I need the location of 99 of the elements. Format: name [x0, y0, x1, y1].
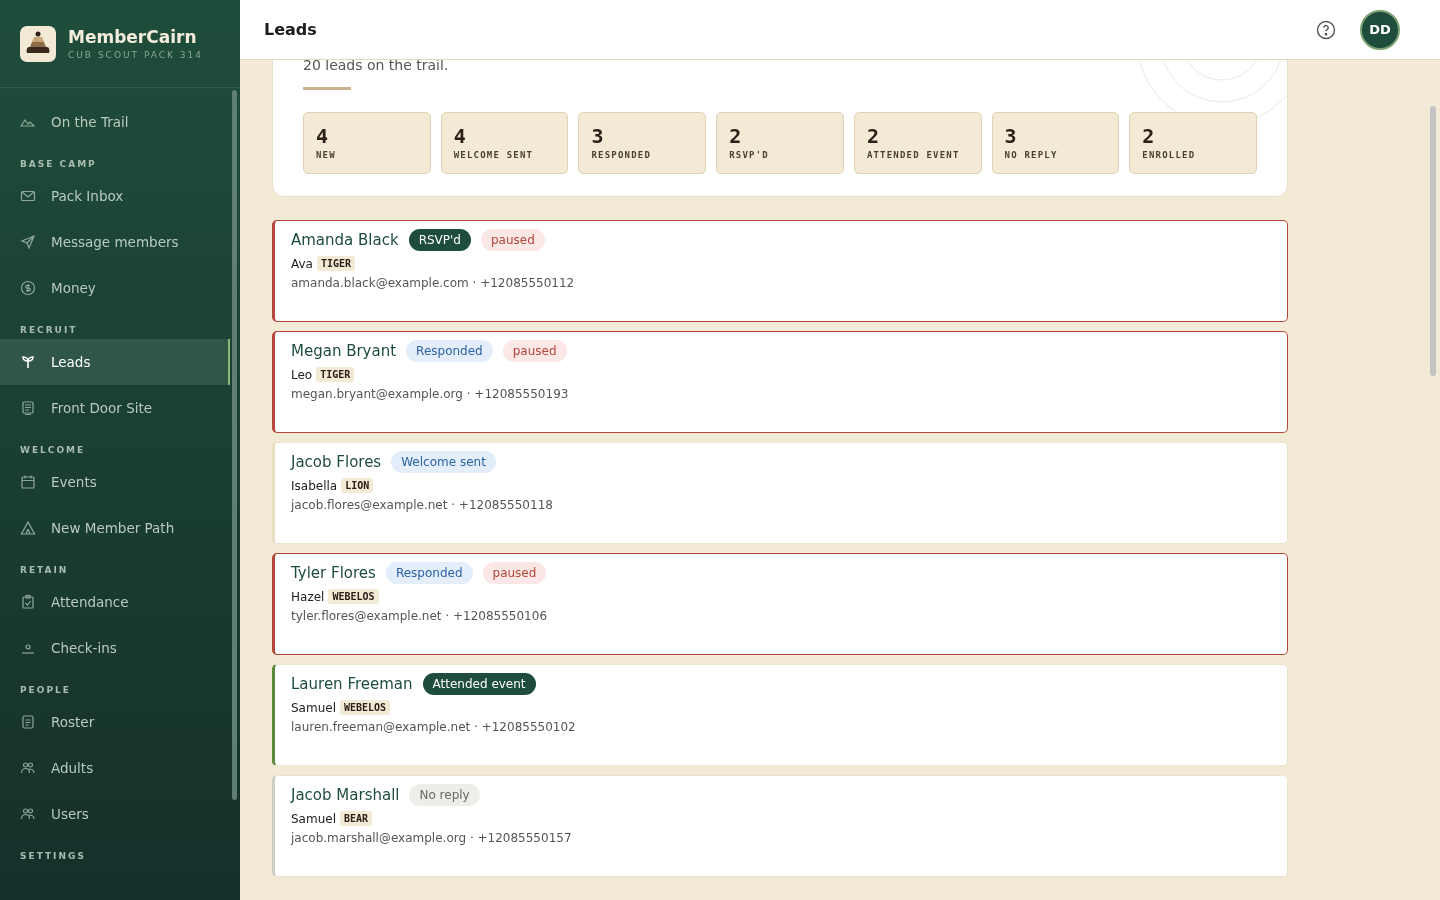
- stat-tile[interactable]: 3 RESPONDED: [578, 112, 707, 174]
- stat-tile[interactable]: 2 ATTENDED EVENT: [853, 112, 982, 174]
- lead-name: Jacob Marshall: [291, 786, 400, 804]
- nav-item[interactable]: Leads: [0, 339, 230, 385]
- sprout-icon: [20, 354, 36, 370]
- nav-item[interactable]: Message members: [0, 219, 228, 265]
- child-name: Isabella: [291, 478, 338, 493]
- nav-item[interactable]: On the Trail: [0, 99, 228, 145]
- app-name: MemberCairn: [68, 27, 198, 47]
- stat-count: 2: [1142, 126, 1156, 146]
- scrollbar[interactable]: [232, 90, 237, 800]
- stat-label: NEW: [316, 150, 337, 160]
- page-title: Leads: [264, 20, 317, 39]
- page-icon: [20, 400, 36, 416]
- lead-card[interactable]: Megan Bryant Responded paused Leo TIGER megan.bryant@example.org · +12085550193: [272, 331, 1288, 433]
- stage-badge: Attended event: [422, 673, 536, 695]
- child-name: Hazel: [291, 589, 325, 604]
- stat-tile[interactable]: 4 NEW: [303, 112, 431, 174]
- rank-tag: WEBELOS: [328, 589, 379, 604]
- rank-tag: WEBELOS: [340, 700, 391, 715]
- contact-info: tyler.flores@example.net · +12085550106: [291, 609, 548, 623]
- stage-badge: No reply: [409, 784, 480, 806]
- pack-name: CUB SCOUT PACK 314: [68, 50, 203, 60]
- nav-item[interactable]: Roster: [0, 699, 228, 745]
- paused-badge: paused: [502, 340, 567, 362]
- section-heading: PEOPLE: [19, 684, 72, 697]
- contact-info: jacob.flores@example.net · +12085550118: [291, 498, 554, 512]
- nav-item[interactable]: New Member Path: [0, 505, 228, 551]
- stat-count: 2: [866, 126, 880, 146]
- nav-item[interactable]: Users: [0, 791, 228, 837]
- section-heading: RETAIN: [19, 564, 70, 577]
- stat-count: 4: [316, 126, 330, 146]
- paused-badge: paused: [482, 562, 547, 584]
- section-heading: RECRUIT: [19, 324, 79, 337]
- section-heading: BASE CAMP: [19, 158, 98, 171]
- lead-card[interactable]: Tyler Flores Responded paused Hazel WEBELOS tyler.flores@example.net · +12085550106: [272, 553, 1288, 655]
- mail-icon: [20, 188, 36, 204]
- nav-item[interactable]: Check-ins: [0, 625, 228, 671]
- nav-item[interactable]: Money: [0, 265, 228, 311]
- stat-tile[interactable]: 2 ENROLLED: [1129, 112, 1258, 174]
- lead-name: Amanda Black: [291, 231, 399, 249]
- stat-tile[interactable]: 4 WELCOME SENT: [440, 112, 569, 174]
- stat-count: 4: [453, 126, 467, 146]
- dollar-icon: [20, 280, 36, 296]
- contact-info: lauren.freeman@example.net · +12085550102: [291, 720, 577, 734]
- nav-item[interactable]: Adults: [0, 745, 228, 791]
- stat-label: ENROLLED: [1142, 150, 1197, 160]
- lead-name: Jacob Flores: [291, 453, 382, 471]
- contact-info: megan.bryant@example.org · +12085550193: [291, 387, 570, 401]
- stat-count: 2: [729, 126, 743, 146]
- list-icon: [20, 714, 36, 730]
- child-name: Samuel: [291, 811, 336, 826]
- nav-item[interactable]: Events: [0, 459, 228, 505]
- nav-item[interactable]: Attendance: [0, 579, 228, 625]
- scrollbar[interactable]: [1430, 106, 1436, 376]
- user-avatar[interactable]: DD: [1360, 9, 1400, 50]
- lead-card[interactable]: Jacob Marshall No reply Samuel BEAR jacob.marshall@example.org · +12085550157: [272, 775, 1288, 877]
- stat-count: 3: [591, 126, 605, 146]
- stat-tile[interactable]: 3 NO REPLY: [991, 112, 1120, 174]
- people-icon: [20, 806, 36, 822]
- contact-info: amanda.black@example.com · +12085550112: [291, 276, 576, 290]
- stat-label: RESPONDED: [591, 150, 652, 160]
- send-icon: [20, 234, 36, 250]
- rank-tag: TIGER: [316, 367, 355, 382]
- child-name: Ava: [291, 256, 313, 271]
- child-name: Leo: [291, 367, 313, 382]
- paused-badge: paused: [480, 229, 545, 251]
- rank-tag: LION: [341, 478, 374, 493]
- calendar-icon: [20, 474, 36, 490]
- stage-badge: Responded: [385, 562, 473, 584]
- stage-badge: Responded: [406, 340, 493, 362]
- section-heading: SETTINGS: [19, 850, 87, 863]
- nav-item[interactable]: Front Door Site: [0, 385, 228, 431]
- lead-name: Megan Bryant: [291, 342, 397, 360]
- stat-label: WELCOME SENT: [453, 150, 535, 160]
- stat-tile[interactable]: 2 RSVP'D: [716, 112, 844, 174]
- clipboard-icon: [20, 594, 36, 610]
- cairn-logo-icon: [20, 25, 56, 62]
- lead-card[interactable]: Lauren Freeman Attended event Samuel WEBELOS lauren.freeman@example.net · +12085550102: [272, 664, 1288, 766]
- rank-tag: BEAR: [340, 811, 373, 826]
- help-icon[interactable]: [1316, 19, 1336, 40]
- tent-icon: [20, 520, 36, 536]
- stage-badge: RSVP'd: [408, 229, 471, 251]
- nav-item[interactable]: Pack Inbox: [0, 173, 228, 219]
- stage-badge: Welcome sent: [391, 451, 496, 473]
- stat-label: ATTENDED EVENT: [866, 150, 961, 160]
- summary-text: 20 leads on the trail.: [303, 60, 450, 73]
- rank-tag: TIGER: [316, 256, 356, 271]
- child-name: Samuel: [291, 700, 336, 715]
- people-icon: [20, 760, 36, 776]
- stat-label: RSVP'D: [729, 150, 770, 160]
- contact-info: jacob.marshall@example.org · +12085550157: [291, 831, 573, 845]
- stat-label: NO REPLY: [1004, 150, 1059, 160]
- lead-card[interactable]: Amanda Black RSVP'd paused Ava TIGER amanda.black@example.com · +12085550112: [272, 220, 1288, 322]
- lead-card[interactable]: Jacob Flores Welcome sent Isabella LION jacob.flores@example.net · +12085550118: [272, 442, 1288, 544]
- stat-count: 3: [1004, 126, 1018, 146]
- lead-name: Tyler Flores: [291, 564, 376, 582]
- section-heading: WELCOME: [19, 444, 87, 457]
- lead-name: Lauren Freeman: [291, 675, 413, 693]
